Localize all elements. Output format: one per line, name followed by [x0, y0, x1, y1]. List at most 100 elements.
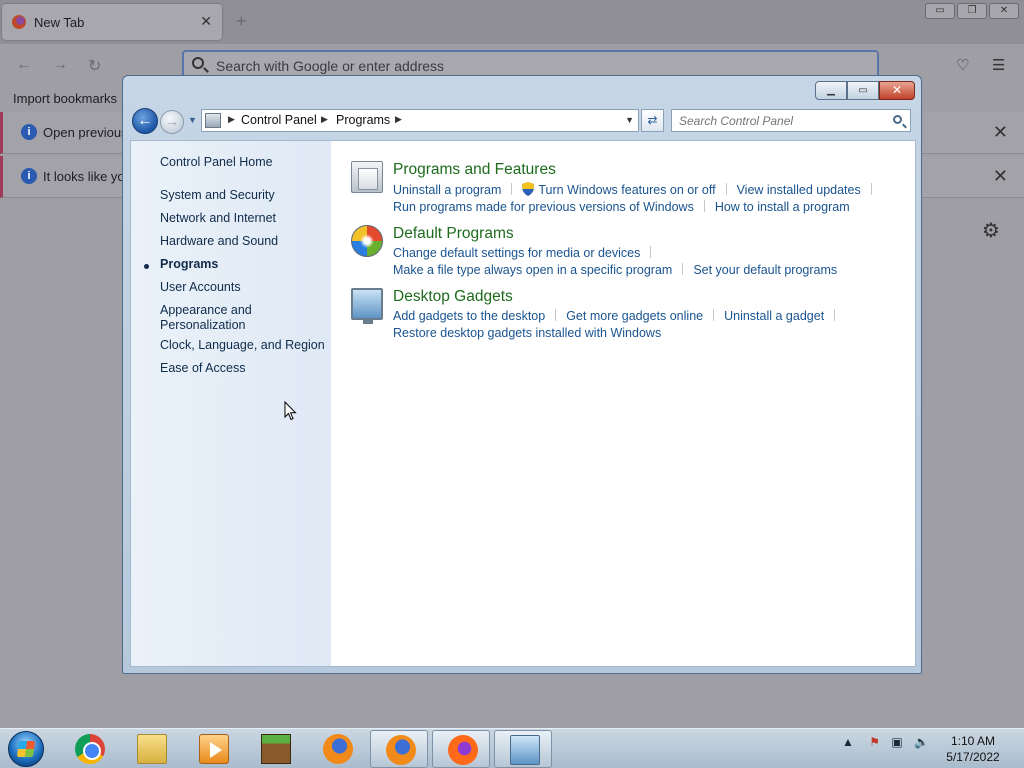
- taskbar-firefox-open[interactable]: [370, 730, 428, 768]
- get-more-gadgets-link[interactable]: Get more gadgets online: [566, 309, 703, 323]
- sidebar-item-system-security[interactable]: System and Security: [160, 188, 275, 203]
- category-links-row: Run programs made for previous versions …: [393, 200, 850, 214]
- import-bookmarks-link[interactable]: Import bookmarks: [13, 91, 117, 106]
- taskbar-control-panel[interactable]: [494, 730, 552, 768]
- address-bar[interactable]: ▶ Control Panel ▶ Programs ▶ ▼: [201, 109, 639, 132]
- firefox-close-button[interactable]: ✕: [989, 3, 1019, 19]
- change-default-media-link[interactable]: Change default settings for media or dev…: [393, 246, 640, 260]
- forward-button[interactable]: →: [160, 110, 184, 134]
- breadcrumb-programs[interactable]: Programs: [336, 113, 390, 127]
- file-type-open-link[interactable]: Make a file type always open in a specif…: [393, 263, 672, 277]
- search-box[interactable]: [671, 109, 911, 132]
- uninstall-program-link[interactable]: Uninstall a program: [393, 183, 501, 197]
- active-bullet-icon: [144, 264, 149, 269]
- start-button[interactable]: [3, 730, 47, 768]
- taskbar-minecraft[interactable]: [246, 730, 304, 768]
- system-tray: ▲ ⚑ ▣ 🔈: [842, 735, 929, 749]
- firefox-icon: [386, 735, 416, 765]
- control-panel-window: ▁ ▭ ✕ ← → ▼ ▶ Control Panel ▶ Programs ▶…: [122, 75, 922, 674]
- restore-gadgets-link[interactable]: Restore desktop gadgets installed with W…: [393, 326, 661, 340]
- forward-arrow-icon[interactable]: →: [52, 56, 68, 74]
- back-arrow-icon[interactable]: ←: [16, 56, 32, 74]
- uac-shield-icon: [522, 182, 535, 196]
- pocket-icon[interactable]: ♡: [956, 56, 969, 74]
- view-installed-updates-link[interactable]: View installed updates: [737, 183, 861, 197]
- sidebar: Control Panel Home System and Security N…: [131, 141, 331, 666]
- volume-icon[interactable]: 🔈: [914, 735, 929, 749]
- sidebar-item-hardware-sound[interactable]: Hardware and Sound: [160, 234, 278, 249]
- sidebar-item-control-panel-home[interactable]: Control Panel Home: [160, 155, 273, 170]
- close-icon[interactable]: ✕: [993, 122, 1008, 143]
- category-links-row: Uninstall a program Turn Windows features…: [393, 182, 882, 197]
- breadcrumb-separator-icon[interactable]: ▶: [228, 114, 235, 125]
- back-button[interactable]: ←: [132, 108, 158, 134]
- firefox-tab-bar: New Tab ✕ + ▭ ❐ ✕: [0, 0, 1024, 44]
- content-area: Control Panel Home System and Security N…: [130, 140, 916, 667]
- search-input[interactable]: [679, 111, 889, 131]
- taskbar: ▲ ⚑ ▣ 🔈 1:10 AM 5/17/2022: [0, 728, 1024, 768]
- taskbar-firefox-nightly[interactable]: [432, 730, 490, 768]
- folder-icon: [137, 734, 167, 764]
- category-title[interactable]: Programs and Features: [393, 161, 556, 179]
- reload-icon[interactable]: ↻: [88, 56, 101, 76]
- url-placeholder: Search with Google or enter address: [216, 58, 445, 74]
- taskbar-chrome[interactable]: [60, 730, 118, 768]
- minecraft-icon: [261, 734, 291, 764]
- minimize-button[interactable]: ▁: [815, 81, 847, 100]
- category-title[interactable]: Desktop Gadgets: [393, 288, 513, 306]
- show-hidden-icons-icon[interactable]: ▲: [842, 735, 854, 749]
- network-icon[interactable]: ▣: [891, 735, 902, 749]
- divider: [682, 263, 684, 275]
- firefox-minimize-button[interactable]: ▭: [925, 3, 955, 19]
- divider: [555, 309, 557, 321]
- clock-date: 5/17/2022: [946, 750, 1000, 764]
- desktop-gadgets-icon[interactable]: [351, 288, 383, 324]
- turn-windows-features-link[interactable]: Turn Windows features on or off: [538, 183, 715, 197]
- how-to-install-link[interactable]: How to install a program: [715, 200, 850, 214]
- info-icon: i: [21, 168, 37, 184]
- navigation-bar: ← → ▼ ▶ Control Panel ▶ Programs ▶ ▼ ⇄: [131, 107, 916, 135]
- mouse-pointer-icon: [284, 401, 297, 421]
- add-gadgets-link[interactable]: Add gadgets to the desktop: [393, 309, 545, 323]
- maximize-button[interactable]: ▭: [847, 81, 879, 100]
- close-icon[interactable]: ✕: [993, 166, 1008, 187]
- action-center-flag-icon[interactable]: ⚑: [869, 735, 880, 749]
- new-tab-plus-icon[interactable]: +: [236, 11, 247, 32]
- recent-pages-dropdown-icon[interactable]: ▼: [188, 115, 197, 125]
- sidebar-item-ease-of-access[interactable]: Ease of Access: [160, 361, 245, 376]
- search-icon[interactable]: [893, 115, 902, 124]
- sidebar-item-clock-language-region[interactable]: Clock, Language, and Region: [160, 338, 325, 353]
- address-dropdown-icon[interactable]: ▼: [625, 115, 634, 125]
- firefox-favicon-icon: [12, 15, 26, 29]
- firefox-tab-new-tab[interactable]: New Tab ✕: [2, 4, 222, 40]
- info-icon: i: [21, 124, 37, 140]
- taskbar-explorer[interactable]: [122, 730, 180, 768]
- close-button[interactable]: ✕: [879, 81, 915, 100]
- clock[interactable]: 1:10 AM 5/17/2022: [940, 733, 1006, 765]
- firefox-maximize-button[interactable]: ❐: [957, 3, 987, 19]
- taskbar-media-player[interactable]: [184, 730, 242, 768]
- set-default-programs-link[interactable]: Set your default programs: [693, 263, 837, 277]
- hamburger-menu-icon[interactable]: ☰: [992, 56, 1005, 74]
- sidebar-item-appearance[interactable]: Appearance and Personalization: [160, 303, 252, 333]
- divider: [713, 309, 715, 321]
- refresh-button[interactable]: ⇄: [641, 109, 664, 132]
- programs-features-icon[interactable]: [351, 161, 383, 193]
- sidebar-item-network-internet[interactable]: Network and Internet: [160, 211, 276, 226]
- firefox-icon: [323, 734, 353, 764]
- tab-close-icon[interactable]: ✕: [200, 13, 212, 30]
- uninstall-gadget-link[interactable]: Uninstall a gadget: [724, 309, 824, 323]
- taskbar-firefox[interactable]: [308, 730, 366, 768]
- sidebar-item-user-accounts[interactable]: User Accounts: [160, 280, 241, 295]
- run-old-programs-link[interactable]: Run programs made for previous versions …: [393, 200, 694, 214]
- firefox-nightly-icon: [448, 735, 478, 765]
- control-panel-icon: [510, 735, 540, 765]
- default-programs-icon[interactable]: [351, 225, 383, 257]
- gear-icon[interactable]: ⚙: [982, 218, 1000, 243]
- breadcrumb-separator-icon[interactable]: ▶: [395, 114, 402, 125]
- category-title[interactable]: Default Programs: [393, 225, 514, 243]
- breadcrumb-separator-icon[interactable]: ▶: [321, 114, 328, 125]
- breadcrumb-control-panel[interactable]: Control Panel: [241, 113, 317, 127]
- divider: [834, 309, 836, 321]
- sidebar-item-programs[interactable]: Programs: [160, 257, 218, 272]
